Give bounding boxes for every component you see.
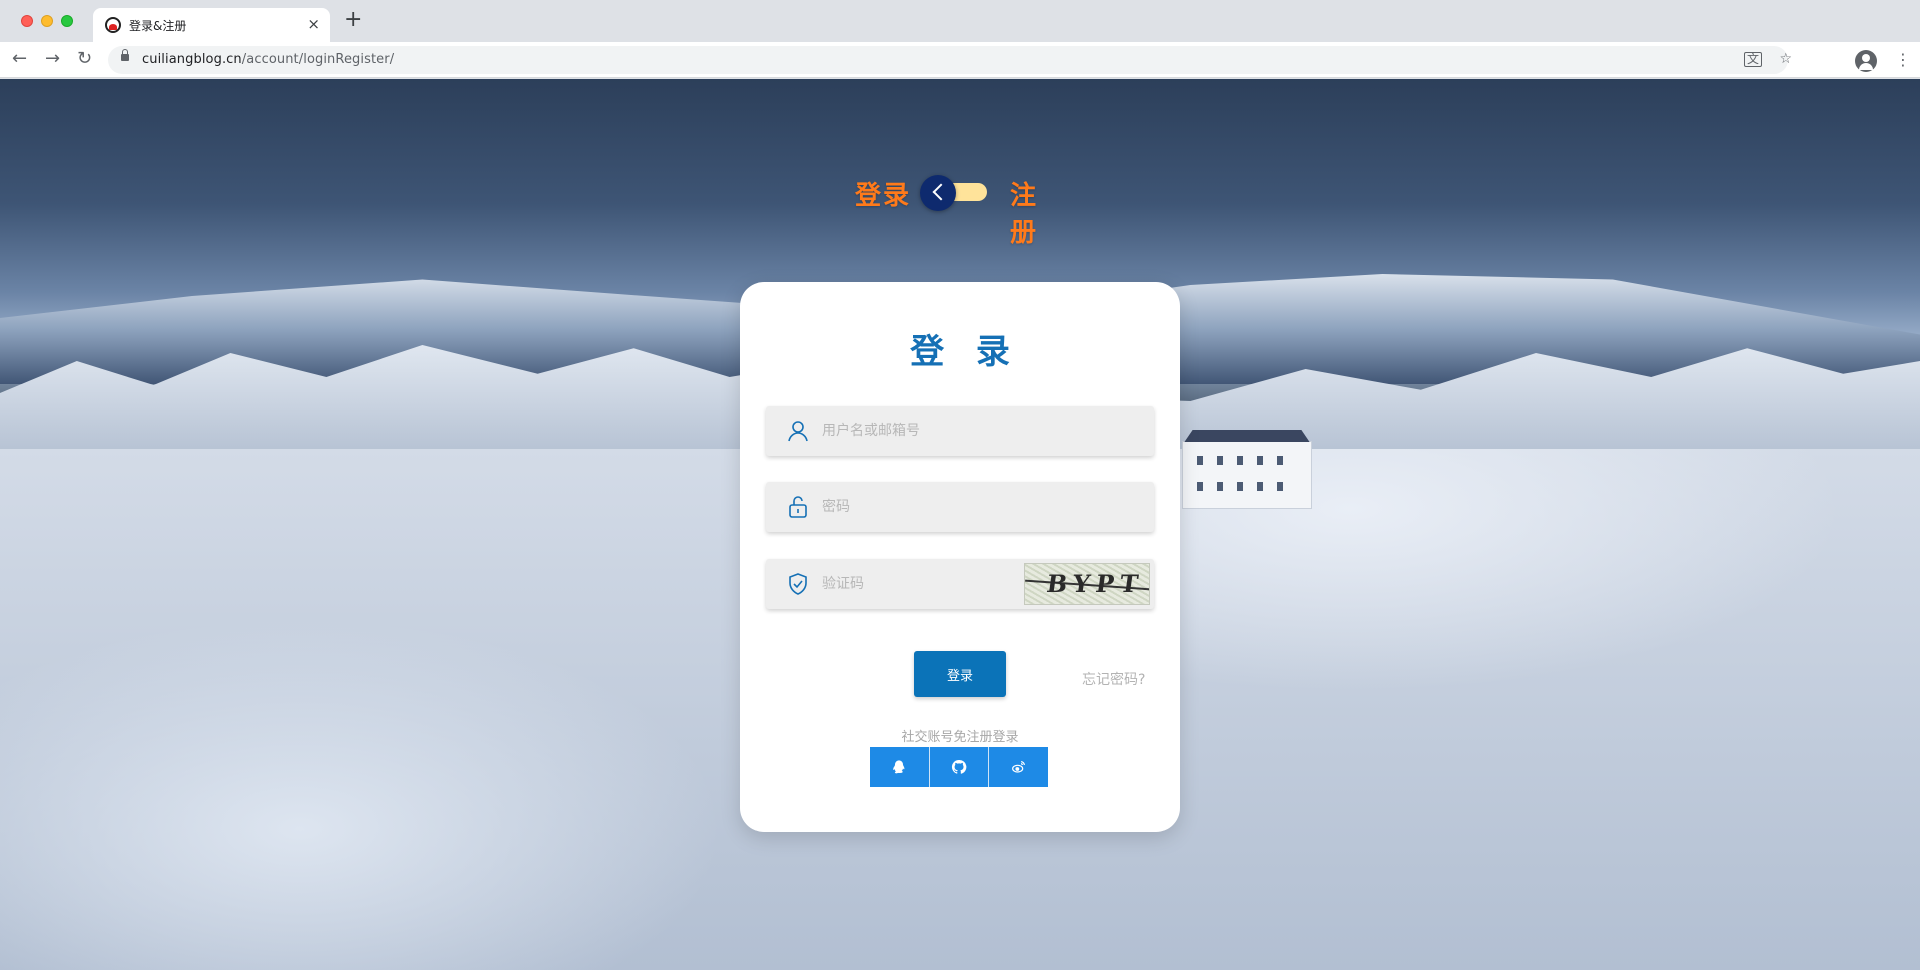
house-window [1257,456,1263,465]
url-host: cuiliangblog.cn [142,52,242,67]
house-window [1237,482,1243,491]
house-window [1237,456,1243,465]
address-bar[interactable]: cuiliangblog.cn/account/loginRegister/ 文… [108,46,1792,74]
shield-check-icon [789,573,807,595]
github-login-button[interactable] [929,747,990,787]
url-text[interactable]: cuiliangblog.cn/account/loginRegister/ [142,52,394,67]
translate-icon[interactable]: 文 [1743,52,1762,67]
minimize-window-button[interactable] [41,15,53,27]
captcha-text: BYPT [1044,569,1146,598]
social-login-label: 社交账号免注册登录 [901,730,1019,745]
captcha-image[interactable]: BYPT [1024,563,1150,605]
browser-tabstrip: 登录&注册 × + [0,0,1920,42]
unlock-icon [789,496,807,518]
password-field[interactable] [766,482,1154,532]
house-window [1197,456,1203,465]
captcha-field[interactable]: BYPT [766,559,1154,609]
captcha-input[interactable] [822,559,1012,609]
weibo-login-button[interactable] [989,747,1049,787]
tab-title: 登录&注册 [129,19,187,33]
forgot-password-link[interactable]: 忘记密码? [1082,669,1145,689]
menu-icon[interactable]: ⋮ [1895,50,1911,70]
username-input[interactable] [822,406,1122,456]
back-icon[interactable]: ← [12,48,27,70]
user-icon [788,421,808,442]
lock-icon[interactable] [121,49,129,61]
browser-toolbar: ← → ↻ cuiliangblog.cn/account/loginRegis… [0,42,1920,78]
password-input[interactable] [822,482,1122,532]
forward-icon[interactable]: → [45,48,60,70]
switch-login-label[interactable]: 登录 [855,175,911,212]
background-house [1182,441,1312,509]
qq-icon [893,760,905,774]
login-title: 登 录 [910,332,1020,372]
house-window [1217,482,1223,491]
username-field[interactable] [766,406,1154,456]
favicon-icon [105,17,121,33]
page-background: 登录 注册 登 录 用户名或邮箱号 验证码 BYPT 登录 忘记密码? 社交账号… [0,79,1920,970]
switch-register-label[interactable]: 注册 [1010,175,1065,249]
browser-tab[interactable]: 登录&注册 × [93,8,330,42]
url-path: /account/loginRegister/ [241,52,395,67]
qq-login-button[interactable] [870,747,930,787]
house-window [1277,456,1283,465]
close-window-button[interactable] [21,15,33,27]
login-register-switch[interactable]: 登录 注册 [855,175,1065,248]
reload-icon[interactable]: ↻ [77,48,92,70]
login-button[interactable]: 登录 [914,651,1006,697]
house-window [1277,482,1283,491]
house-window [1197,482,1203,491]
house-window [1217,456,1223,465]
login-card: 登 录 BYPT 登录 [740,282,1180,832]
social-login-buttons [870,747,1049,787]
new-tab-button[interactable]: + [344,9,362,31]
star-icon[interactable]: ☆ [1779,51,1792,67]
maximize-window-button[interactable] [61,15,73,27]
github-icon [951,759,967,774]
switch-knob-chevron-left-icon[interactable] [920,175,956,211]
house-window [1257,482,1263,491]
profile-icon[interactable] [1855,50,1877,72]
weibo-icon [1011,761,1025,773]
tab-close-icon[interactable]: × [307,15,320,33]
